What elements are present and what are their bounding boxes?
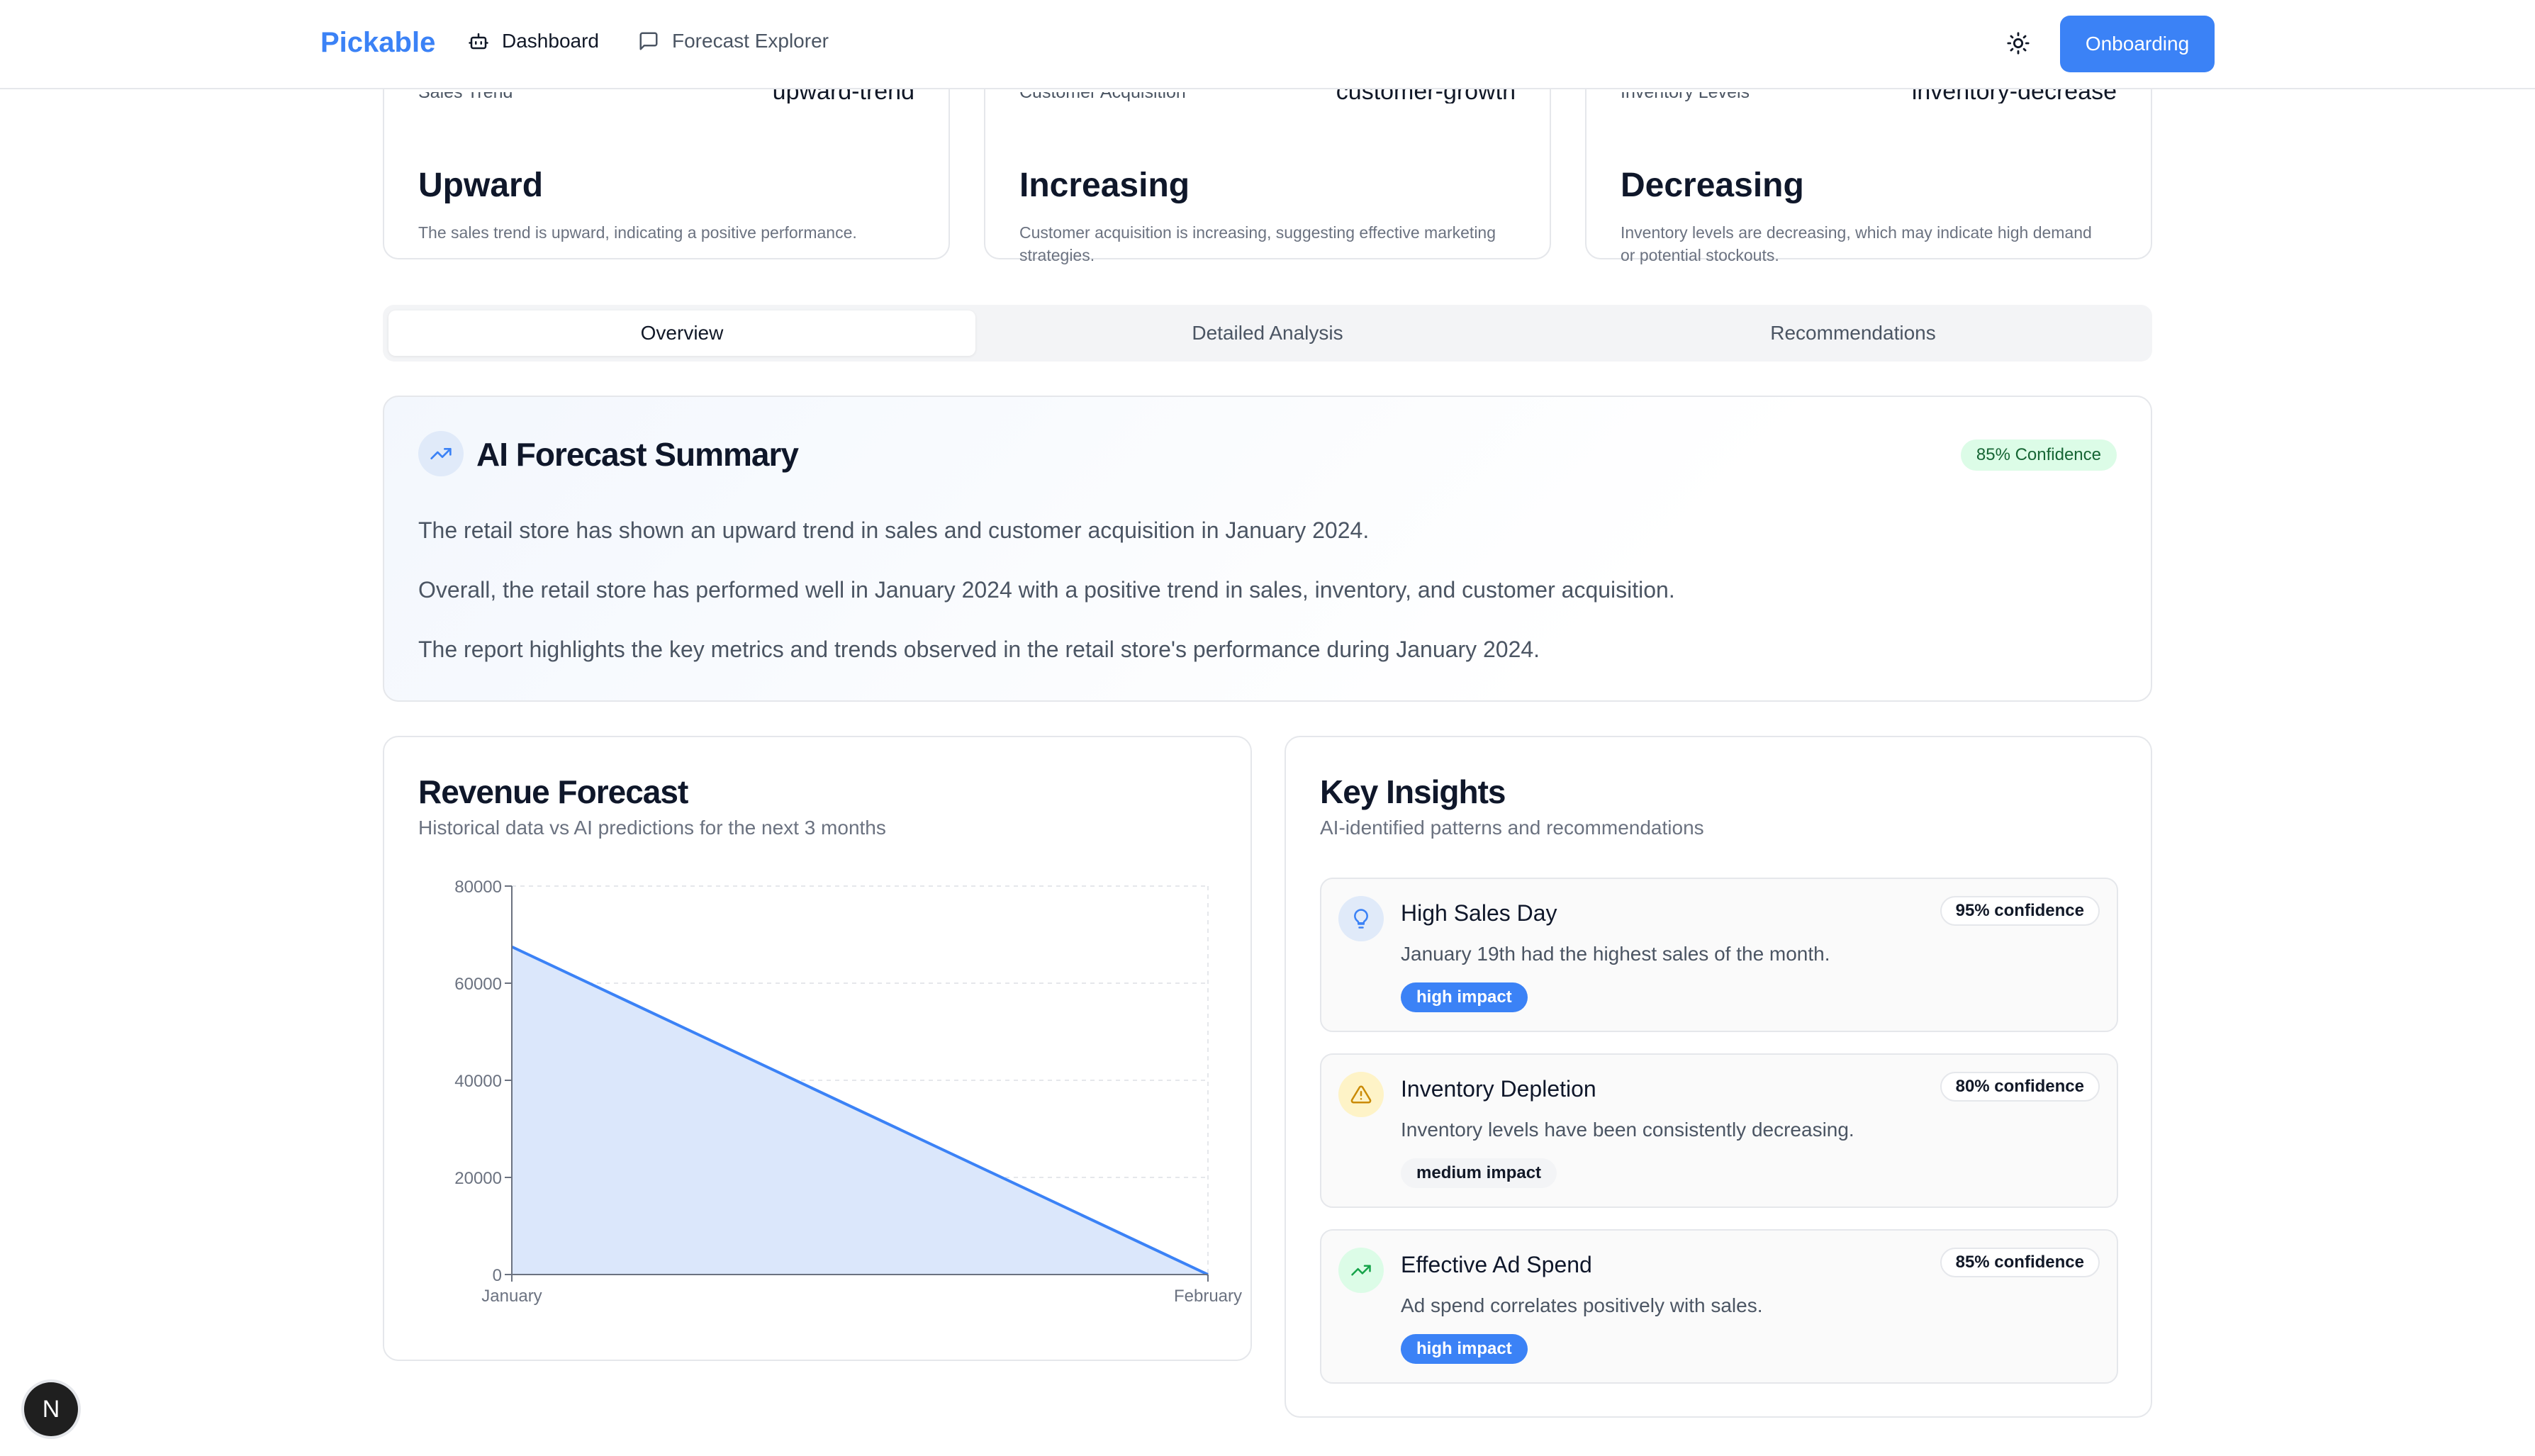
dev-tools-badge[interactable]: N bbox=[24, 1382, 78, 1436]
nav-dashboard[interactable]: Dashboard bbox=[468, 30, 599, 52]
trending-up-icon bbox=[1351, 1265, 1371, 1276]
summary-paragraph: Overall, the retail store has performed … bbox=[418, 577, 1675, 603]
stat-value: Increasing bbox=[1019, 167, 1190, 204]
lightbulb-icon bbox=[1354, 909, 1368, 929]
x-tick-label: January bbox=[481, 1287, 542, 1306]
y-tick-label: 0 bbox=[493, 1266, 502, 1285]
impact-badge: medium impact bbox=[1401, 1158, 1557, 1188]
brand-logo[interactable]: Pickable bbox=[320, 27, 435, 59]
insight-confidence-badge: 95% confidence bbox=[1940, 896, 2100, 926]
tab-list: Overview Detailed Analysis Recommendatio… bbox=[383, 305, 2152, 362]
insight-icon-circle bbox=[1338, 1072, 1384, 1117]
top-nav: Pickable Dashboard Forecast Explorer Onb… bbox=[0, 0, 2535, 89]
trending-up-icon bbox=[430, 448, 452, 459]
summary-paragraph: The retail store has shown an upward tre… bbox=[418, 517, 1370, 543]
insight-icon-circle bbox=[1338, 896, 1384, 941]
impact-badge: high impact bbox=[1401, 1334, 1528, 1364]
confidence-badge: 85% Confidence bbox=[1960, 439, 2117, 471]
message-square-icon bbox=[639, 32, 658, 50]
insights-subtitle: AI-identified patterns and recommendatio… bbox=[1320, 817, 1704, 839]
insight-icon-circle bbox=[1338, 1248, 1384, 1293]
revenue-chart: 0 20000 40000 60000 80000 January February bbox=[454, 878, 1242, 1306]
summary-icon-circle bbox=[418, 431, 464, 476]
stat-value: Upward bbox=[418, 167, 544, 204]
robot-icon bbox=[469, 33, 488, 50]
nav-forecast-explorer[interactable]: Forecast Explorer bbox=[638, 30, 829, 52]
insight-item[interactable]: Inventory Depletion 80% confidence Inven… bbox=[1320, 1053, 2118, 1208]
insight-title: High Sales Day bbox=[1401, 900, 1557, 926]
insight-description: Ad spend correlates positively with sale… bbox=[1401, 1294, 1763, 1316]
insights-title: Key Insights bbox=[1320, 773, 1506, 810]
key-insights-card: Key Insights AI-identified patterns and … bbox=[1285, 736, 2152, 1418]
y-tick-label: 20000 bbox=[454, 1169, 502, 1188]
insight-item[interactable]: High Sales Day 95% confidence January 19… bbox=[1320, 878, 2118, 1032]
alert-triangle-icon bbox=[1350, 1085, 1372, 1104]
nav-forecast-explorer-label: Forecast Explorer bbox=[672, 30, 829, 52]
summary-paragraph: The report highlights the key metrics an… bbox=[418, 637, 1540, 662]
x-tick-label: February bbox=[1174, 1287, 1242, 1306]
tab-recommendations[interactable]: Recommendations bbox=[1560, 310, 2147, 356]
tab-overview[interactable]: Overview bbox=[388, 310, 975, 356]
y-tick-label: 80000 bbox=[454, 878, 502, 897]
stat-description: The sales trend is upward, indicating a … bbox=[418, 223, 857, 242]
insight-confidence-badge: 80% confidence bbox=[1940, 1072, 2100, 1102]
y-tick-label: 60000 bbox=[454, 975, 502, 994]
insight-confidence-badge: 85% confidence bbox=[1940, 1248, 2100, 1277]
stat-value: Decreasing bbox=[1621, 167, 1804, 204]
insight-description: January 19th had the highest sales of th… bbox=[1401, 943, 1830, 965]
nav-dashboard-label: Dashboard bbox=[502, 30, 599, 52]
insight-title: Inventory Depletion bbox=[1401, 1076, 1596, 1102]
impact-badge: high impact bbox=[1401, 982, 1528, 1012]
tab-detailed-analysis[interactable]: Detailed Analysis bbox=[974, 310, 1561, 356]
sun-icon[interactable] bbox=[2006, 31, 2030, 55]
revenue-forecast-card: Revenue Forecast Historical data vs AI p… bbox=[383, 736, 1252, 1361]
onboarding-button[interactable]: Onboarding bbox=[2060, 16, 2215, 72]
insight-title: Effective Ad Spend bbox=[1401, 1252, 1592, 1277]
insight-item[interactable]: Effective Ad Spend 85% confidence Ad spe… bbox=[1320, 1229, 2118, 1384]
y-tick-label: 40000 bbox=[454, 1072, 502, 1091]
stat-description: Customer acquisition is increasing, sugg… bbox=[1019, 223, 1496, 264]
ai-forecast-summary-card: AI Forecast Summary 85% Confidence The r… bbox=[383, 396, 2152, 702]
insight-description: Inventory levels have been consistently … bbox=[1401, 1119, 1854, 1141]
summary-title: AI Forecast Summary bbox=[476, 436, 799, 473]
stat-description: Inventory levels are decreasing, which m… bbox=[1621, 223, 2092, 264]
